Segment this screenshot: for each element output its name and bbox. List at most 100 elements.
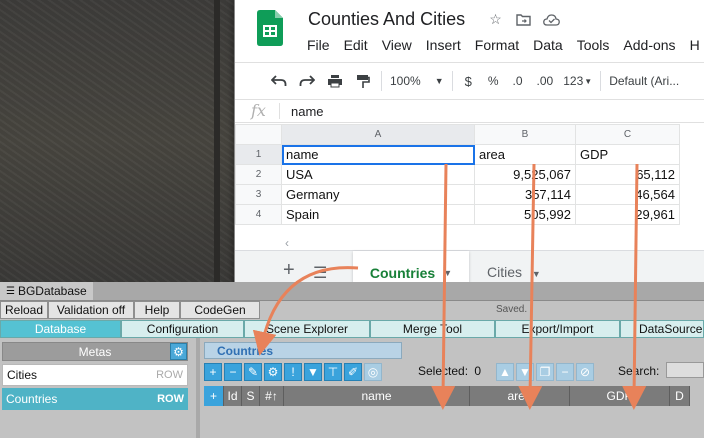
pin-icon[interactable]: ✐ <box>344 363 362 381</box>
meta-item-cities[interactable]: Cities ROW <box>2 364 188 386</box>
menu-format[interactable]: Format <box>475 37 519 53</box>
tab-merge-tool[interactable]: Merge Tool <box>370 320 495 338</box>
meta-item-countries[interactable]: Countries ROW <box>2 388 188 410</box>
currency-format-button[interactable]: $ <box>465 71 472 91</box>
font-select[interactable]: Default (Ari... <box>609 71 679 91</box>
more-formats-dropdown-icon[interactable]: ▼ <box>584 71 592 91</box>
document-title[interactable]: Counties And Cities <box>308 9 465 30</box>
chevron-down-icon: ▼ <box>443 267 453 278</box>
table-tab-countries[interactable]: Countries <box>204 342 402 359</box>
search-input[interactable] <box>666 362 704 378</box>
menu-file[interactable]: File <box>307 37 330 53</box>
remove-row-icon[interactable]: − <box>224 363 242 381</box>
column-header-b[interactable]: B <box>474 124 576 145</box>
filter-icon[interactable]: ▼ <box>304 363 322 381</box>
sort-icon[interactable]: ⊤ <box>324 363 342 381</box>
menu-insert[interactable]: Insert <box>426 37 461 53</box>
tab-scene-explorer[interactable]: Scene Explorer <box>244 320 370 338</box>
target-icon[interactable]: ◎ <box>364 363 382 381</box>
help-button[interactable]: Help <box>134 301 180 319</box>
edit-icon[interactable]: ✎ <box>244 363 262 381</box>
warning-icon[interactable]: ! <box>284 363 302 381</box>
menu-tools[interactable]: Tools <box>577 37 610 53</box>
tab-configuration[interactable]: Configuration <box>121 320 244 338</box>
column-gdp[interactable]: GDP <box>570 386 670 406</box>
row-number[interactable]: 2 <box>235 164 282 185</box>
add-field-icon[interactable]: + <box>204 386 224 406</box>
menu-view[interactable]: View <box>382 37 412 53</box>
google-sheets-window: Counties And Cities ☆ File Edit View Ins… <box>234 0 704 292</box>
column-order[interactable]: #↑ <box>260 386 284 406</box>
codegen-button[interactable]: CodeGen <box>180 301 260 319</box>
cell-a2[interactable]: USA <box>281 164 475 185</box>
menu-bar: File Edit View Insert Format Data Tools … <box>307 37 704 53</box>
move-up-icon[interactable]: ▲ <box>496 363 514 381</box>
tab-export-import[interactable]: Export/Import <box>495 320 620 338</box>
row-number[interactable]: 4 <box>235 204 282 225</box>
zoom-select[interactable]: 100% <box>390 71 421 91</box>
add-sheet-icon[interactable]: + <box>283 259 295 282</box>
validation-button[interactable]: Validation off <box>48 301 134 319</box>
tab-database[interactable]: Database <box>0 320 121 338</box>
search-label: Search: <box>618 364 660 378</box>
star-icon[interactable]: ☆ <box>487 11 504 28</box>
percent-format-button[interactable]: % <box>488 71 499 91</box>
sheet-tab-cities[interactable]: Cities ▼ <box>487 264 541 280</box>
cell-b4[interactable]: 505,992 <box>474 204 576 225</box>
cell-a3[interactable]: Germany <box>281 184 475 205</box>
cell-b2[interactable]: 9,525,067 <box>474 164 576 185</box>
panel-splitter[interactable] <box>196 338 200 438</box>
menu-addons[interactable]: Add-ons <box>623 37 675 53</box>
scroll-left-icon[interactable]: ‹ <box>285 236 289 250</box>
increase-decimal-button[interactable]: .00 <box>537 71 554 91</box>
paint-format-icon[interactable] <box>353 71 373 91</box>
add-row-icon[interactable]: + <box>204 363 222 381</box>
cell-a4[interactable]: Spain <box>281 204 475 225</box>
zoom-dropdown-icon[interactable]: ▼ <box>435 71 444 91</box>
clear-selection-icon[interactable]: ⊘ <box>576 363 594 381</box>
column-header-a[interactable]: A <box>281 124 475 145</box>
menu-data[interactable]: Data <box>533 37 563 53</box>
menu-help[interactable]: H <box>690 37 700 53</box>
sheet-grid: A B C 1 name area GDP 2 USA 9,525,067 65… <box>235 124 680 225</box>
settings-icon[interactable]: ⚙ <box>264 363 282 381</box>
move-down-icon[interactable]: ▼ <box>516 363 534 381</box>
cell-b3[interactable]: 357,114 <box>474 184 576 205</box>
cell-c3[interactable]: 46,564 <box>575 184 680 205</box>
gear-icon[interactable]: ⚙ <box>170 343 187 360</box>
cell-a1[interactable]: name <box>281 144 475 165</box>
row-number[interactable]: 3 <box>235 184 282 205</box>
print-icon[interactable] <box>325 71 345 91</box>
move-to-folder-icon[interactable] <box>515 11 532 28</box>
column-id[interactable]: Id <box>224 386 242 406</box>
row-number[interactable]: 1 <box>235 144 282 165</box>
window-title: BGDatabase <box>17 284 87 298</box>
cell-b1[interactable]: area <box>474 144 576 165</box>
cell-c4[interactable]: 29,961 <box>575 204 680 225</box>
decrease-decimal-button[interactable]: .0 <box>513 71 523 91</box>
cell-c2[interactable]: 65,112 <box>575 164 680 185</box>
undo-icon[interactable] <box>269 71 289 91</box>
column-area[interactable]: area <box>470 386 570 406</box>
sheet-tab-label: Countries <box>369 264 436 281</box>
tab-datasource[interactable]: DataSource <box>620 320 704 338</box>
column-header-c[interactable]: C <box>575 124 680 145</box>
formula-input[interactable]: name <box>291 104 324 119</box>
more-formats-button[interactable]: 123 <box>563 71 583 91</box>
scene-divider <box>214 0 220 282</box>
menu-edit[interactable]: Edit <box>344 37 368 53</box>
corner-cell[interactable] <box>235 124 282 145</box>
cell-c1[interactable]: GDP <box>575 144 680 165</box>
all-sheets-icon[interactable]: ☰ <box>313 263 327 283</box>
column-s[interactable]: S <box>242 386 260 406</box>
redo-icon[interactable] <box>297 71 317 91</box>
cloud-saved-icon[interactable] <box>543 11 560 28</box>
status-text: Saved. <box>496 304 528 315</box>
copy-icon[interactable]: ❐ <box>536 363 554 381</box>
table-toolbar: + − ✎ ⚙ ! ▼ ⊤ ✐ ◎ <box>204 361 382 383</box>
delete-selected-icon[interactable]: − <box>556 363 574 381</box>
column-d[interactable]: D <box>670 386 690 406</box>
column-name[interactable]: name <box>284 386 470 406</box>
bgdatabase-tab[interactable]: ☰ BGDatabase <box>0 282 93 300</box>
reload-button[interactable]: Reload <box>0 301 48 319</box>
